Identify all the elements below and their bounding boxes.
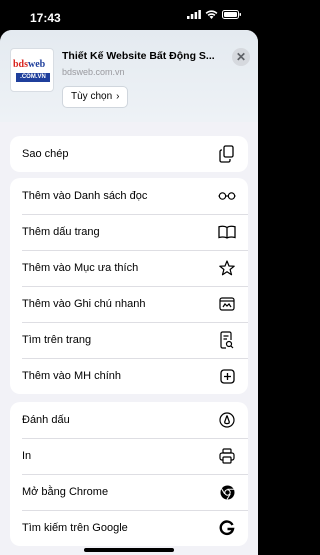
menu-item-favorites[interactable]: Thêm vào Mục ưa thích — [10, 250, 248, 286]
menu-item-label: Mở bằng Chrome — [22, 486, 109, 498]
action-group-2: Thêm vào Danh sách đọc Thêm dấu trang Th… — [10, 178, 248, 394]
find-in-page-icon — [218, 331, 236, 349]
action-group-3: Đánh dấu In Mở bằng Chrome Tìm kiếm trên… — [10, 402, 248, 546]
status-bar: 17:43 — [0, 0, 258, 34]
menu-item-label: Tìm kiếm trên Google — [22, 522, 128, 534]
close-button[interactable]: ✕ — [232, 48, 250, 66]
home-indicator — [84, 548, 174, 552]
menu-item-markup[interactable]: Đánh dấu — [10, 402, 248, 438]
menu-item-label: Sao chép — [22, 148, 69, 160]
menu-item-label: Thêm vào Ghi chú nhanh — [22, 298, 146, 310]
menu-item-label: Thêm vào Danh sách đọc — [22, 190, 148, 202]
chevron-right-icon: › — [116, 91, 120, 102]
menu-item-bookmark[interactable]: Thêm dấu trang — [10, 214, 248, 250]
menu-item-quick-note[interactable]: Thêm vào Ghi chú nhanh — [10, 286, 248, 322]
share-sheet: bdsweb .COM.VN Thiết Kế Website Bất Động… — [0, 30, 258, 555]
menu-item-label: Thêm vào MH chính — [22, 370, 122, 382]
quick-note-icon — [218, 295, 236, 313]
copy-icon — [218, 145, 236, 163]
markup-icon — [218, 411, 236, 429]
menu-item-copy[interactable]: Sao chép — [10, 136, 248, 172]
share-sheet-header: bdsweb .COM.VN Thiết Kế Website Bất Động… — [0, 30, 258, 122]
printer-icon — [218, 447, 236, 465]
book-icon — [218, 223, 236, 241]
menu-item-label: In — [22, 450, 32, 462]
signal-icon — [187, 10, 201, 19]
action-group-1: Sao chép — [10, 136, 248, 172]
wifi-icon — [205, 10, 218, 19]
menu-item-label: Thêm vào Mục ưa thích — [22, 262, 139, 274]
menu-item-search-google[interactable]: Tìm kiếm trên Google — [10, 510, 248, 546]
menu-item-add-to-home-screen[interactable]: Thêm vào MH chính — [10, 358, 248, 394]
menu-item-reading-list[interactable]: Thêm vào Danh sách đọc — [10, 178, 248, 214]
options-label: Tùy chọn — [71, 91, 113, 102]
menu-item-label: Tìm trên trang — [22, 334, 92, 346]
menu-item-open-in-chrome[interactable]: Mở bằng Chrome — [10, 474, 248, 510]
menu-item-find-on-page[interactable]: Tìm trên trang — [10, 322, 248, 358]
google-icon — [218, 519, 236, 537]
status-icons — [187, 10, 242, 19]
menu-item-label: Đánh dấu — [22, 414, 70, 426]
star-icon — [218, 259, 236, 277]
logo-wordmark: bdsweb — [13, 59, 46, 70]
menu-item-label: Thêm dấu trang — [22, 226, 100, 238]
site-logo: bdsweb .COM.VN — [10, 48, 54, 92]
logo-domain: .COM.VN — [16, 73, 50, 82]
chrome-icon — [218, 483, 236, 501]
page-url: bdsweb.com.vn — [62, 67, 125, 77]
page-title: Thiết Kế Website Bất Động S... — [62, 50, 215, 62]
phone-screen: 17:43 bdsweb .COM.VN Thiết Kế Website Bấ… — [0, 0, 258, 555]
menu-item-print[interactable]: In — [10, 438, 248, 474]
status-time: 17:43 — [30, 11, 61, 25]
add-square-icon — [218, 367, 236, 385]
glasses-icon — [218, 187, 236, 205]
battery-icon — [222, 10, 241, 19]
options-button[interactable]: Tùy chọn › — [62, 86, 129, 108]
